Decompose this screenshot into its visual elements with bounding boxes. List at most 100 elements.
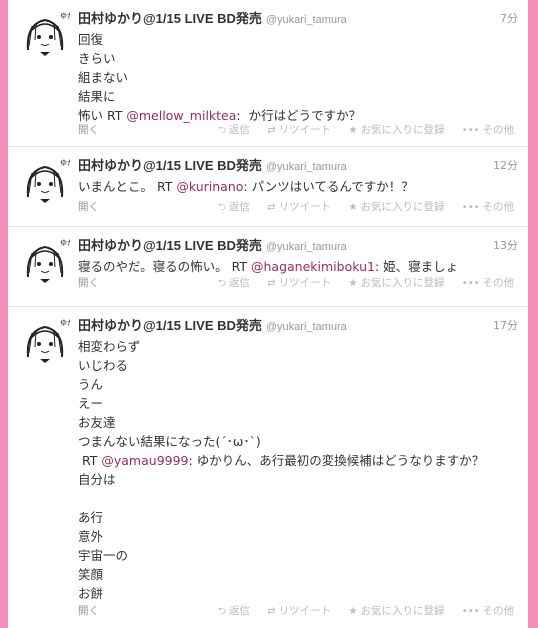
avatar[interactable]: ゆか [20, 317, 70, 367]
star-icon: ★ [348, 278, 358, 289]
tweet-line: 組まない [78, 70, 129, 85]
tweet-header: 田村ゆかり@1/15 LIVE BD発売 @yukari_tamura 13分 [78, 237, 518, 255]
more-button[interactable]: ••• その他 [462, 275, 514, 292]
avatar[interactable]: ゆか [20, 10, 70, 60]
more-label: その他 [482, 277, 515, 289]
mention-link[interactable]: @haganekimiboku1 [251, 259, 375, 274]
tweet-text: いまんとこ。 RT @kurinano: パンツはいてるんですか！？ [78, 177, 508, 196]
avatar[interactable]: ゆか [20, 237, 70, 287]
expand-link[interactable]: 開く [78, 275, 99, 291]
user-name[interactable]: 田村ゆかり@1/15 LIVE BD発売 [78, 158, 262, 173]
timestamp[interactable]: 17分 [493, 317, 518, 335]
retweet-label: リツイート [278, 605, 332, 617]
more-label: その他 [482, 124, 515, 136]
reply-button[interactable]: ⮌ 返信 [218, 275, 250, 292]
user-handle[interactable]: @yukari_tamura [266, 321, 347, 333]
tweet-actions: 開く ⮌ 返信 ⇄ リツイート ★ お気に入りに登録 ••• その他 [78, 122, 518, 138]
tweet-actions: 開く ⮌ 返信 ⇄ リツイート ★ お気に入りに登録 ••• その他 [78, 275, 518, 291]
expand-link[interactable]: 開く [78, 603, 99, 619]
expand-link[interactable]: 開く [78, 122, 99, 138]
star-icon: ★ [348, 125, 358, 136]
tweet[interactable]: ゆか 田村ゆかり@1/15 LIVE BD発売 @yukari_tamura 17… [8, 307, 528, 628]
tweet-line: : パンツはいてるんですか！？ [243, 179, 414, 194]
retweet-icon: ⇄ [267, 278, 276, 289]
tweet-line: : か行はどうですか？ [236, 108, 362, 123]
favorite-label: お気に入りに登録 [360, 201, 445, 213]
more-dots-icon: ••• [461, 606, 480, 617]
tweet-text: 回復 きらい 組まない 結果に 怖い RT @mellow_milktea: か… [78, 30, 508, 125]
timestamp[interactable]: 7分 [500, 10, 518, 28]
user-handle[interactable]: @yukari_tamura [266, 14, 347, 26]
favorite-label: お気に入りに登録 [360, 605, 445, 617]
avatar-drawing: ゆか [20, 10, 70, 60]
more-label: その他 [482, 201, 515, 213]
user-handle[interactable]: @yukari_tamura [266, 241, 347, 253]
more-dots-icon: ••• [461, 278, 480, 289]
tweet[interactable]: ゆか 田村ゆかり@1/15 LIVE BD発売 @yukari_tamura 12… [8, 147, 528, 227]
user-name[interactable]: 田村ゆかり@1/15 LIVE BD発売 [78, 238, 262, 253]
avatar-drawing: ゆか [20, 157, 70, 207]
tweet-line: いまんとこ。 RT [78, 179, 177, 194]
star-icon: ★ [348, 606, 358, 617]
star-icon: ★ [348, 202, 358, 213]
retweet-label: リツイート [278, 124, 332, 136]
more-button[interactable]: ••• その他 [462, 122, 514, 139]
retweet-button[interactable]: ⇄ リツイート [267, 199, 331, 216]
reply-label: 返信 [228, 277, 250, 289]
mention-link[interactable]: @mellow_milktea [126, 108, 236, 123]
tweet-header: 田村ゆかり@1/15 LIVE BD発売 @yukari_tamura 12分 [78, 157, 518, 175]
timestamp[interactable]: 13分 [493, 237, 518, 255]
favorite-label: お気に入りに登録 [360, 124, 445, 136]
retweet-button[interactable]: ⇄ リツイート [267, 122, 331, 139]
more-button[interactable]: ••• その他 [462, 199, 514, 216]
tweet-line: 怖い RT [78, 108, 127, 123]
more-label: その他 [482, 605, 515, 617]
more-button[interactable]: ••• その他 [462, 603, 514, 620]
tweet-line: 寝るのやだ。寝るの怖い。 RT [78, 259, 251, 274]
reply-label: 返信 [228, 201, 250, 213]
tweet-text: 寝るのやだ。寝るの怖い。 RT @haganekimiboku1: 姫、寝ましょ [78, 257, 508, 276]
tweet[interactable]: ゆか 田村ゆかり@1/15 LIVE BD発売 @yukari_tamura 13… [8, 227, 528, 307]
favorite-label: お気に入りに登録 [360, 277, 445, 289]
reply-arrow-icon: ⮌ [217, 202, 226, 213]
avatar[interactable]: ゆか [20, 157, 70, 207]
mention-link[interactable]: @kurinano [176, 179, 243, 194]
tweet-header: 田村ゆかり@1/15 LIVE BD発売 @yukari_tamura 7分 [78, 10, 518, 28]
tweet-header: 田村ゆかり@1/15 LIVE BD発売 @yukari_tamura 17分 [78, 317, 518, 335]
retweet-icon: ⇄ [267, 606, 276, 617]
tweet-line: 回復 [78, 32, 104, 47]
favorite-button[interactable]: ★ お気に入りに登録 [348, 603, 444, 620]
reply-button[interactable]: ⮌ 返信 [218, 199, 250, 216]
tweet-line: : ゆかりん、あ行最初の変換候補はどうなりますか？ 自分は あ行 意外 宇宙一の… [78, 453, 485, 601]
more-dots-icon: ••• [461, 202, 480, 213]
reply-label: 返信 [228, 605, 250, 617]
retweet-button[interactable]: ⇄ リツイート [267, 603, 331, 620]
user-handle[interactable]: @yukari_tamura [266, 161, 347, 173]
reply-arrow-icon: ⮌ [217, 278, 226, 289]
user-name[interactable]: 田村ゆかり@1/15 LIVE BD発売 [78, 318, 262, 333]
reply-button[interactable]: ⮌ 返信 [218, 603, 250, 620]
favorite-button[interactable]: ★ お気に入りに登録 [348, 122, 444, 139]
retweet-icon: ⇄ [267, 202, 276, 213]
avatar-drawing: ゆか [20, 237, 70, 287]
tweet-line: きらい [78, 51, 116, 66]
tweet-line: : 姫、寝ましょ [374, 259, 459, 274]
tweet-line: 相変わらず いじわる うん えー お友達 つまんない結果になった(´･ω･`) … [78, 339, 261, 468]
timeline: ゆか 田村ゆかり@1/15 LIVE BD発売 @yukari_tamura 7分… [8, 0, 528, 628]
timestamp[interactable]: 12分 [493, 157, 518, 175]
tweet[interactable]: ゆか 田村ゆかり@1/15 LIVE BD発売 @yukari_tamura 7分… [8, 0, 528, 147]
mention-link[interactable]: @yamau9999 [101, 453, 188, 468]
retweet-label: リツイート [278, 201, 332, 213]
svg-text:ゆか: ゆか [60, 12, 70, 20]
reply-label: 返信 [228, 124, 250, 136]
user-name[interactable]: 田村ゆかり@1/15 LIVE BD発売 [78, 11, 262, 26]
svg-text:ゆか: ゆか [60, 159, 70, 167]
tweet-actions: 開く ⮌ 返信 ⇄ リツイート ★ お気に入りに登録 ••• その他 [78, 603, 518, 619]
tweet-text: 相変わらず いじわる うん えー お友達 つまんない結果になった(´･ω･`) … [78, 337, 508, 603]
retweet-button[interactable]: ⇄ リツイート [267, 275, 331, 292]
favorite-button[interactable]: ★ お気に入りに登録 [348, 199, 444, 216]
retweet-icon: ⇄ [267, 125, 276, 136]
favorite-button[interactable]: ★ お気に入りに登録 [348, 275, 444, 292]
reply-button[interactable]: ⮌ 返信 [218, 122, 250, 139]
expand-link[interactable]: 開く [78, 199, 99, 215]
